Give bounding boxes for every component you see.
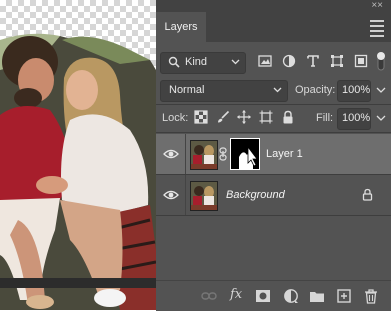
divider — [185, 134, 186, 174]
fill-field[interactable]: 100% — [337, 108, 371, 130]
divider — [156, 132, 391, 133]
add-mask-icon[interactable] — [255, 288, 271, 304]
shape-filter-icon[interactable] — [330, 54, 344, 68]
adjustment-layer-icon[interactable] — [283, 288, 299, 304]
divider — [156, 104, 391, 105]
new-layer-icon[interactable] — [336, 288, 352, 304]
visibility-eye-icon[interactable] — [163, 189, 179, 201]
divider — [185, 175, 186, 215]
lock-artboard-icon[interactable] — [259, 110, 273, 124]
panel-menu-icon[interactable] — [370, 20, 384, 40]
opacity-field[interactable]: 100% — [337, 80, 371, 102]
filter-kind-dropdown[interactable]: Kind — [160, 52, 246, 74]
opacity-chevron-icon[interactable] — [373, 80, 389, 100]
image-filter-icon[interactable] — [258, 54, 272, 68]
layers-bottom-toolbar: fx — [156, 280, 391, 311]
lock-all-icon[interactable] — [281, 110, 295, 124]
document-canvas[interactable] — [0, 0, 156, 310]
fill-label: Fill: — [316, 112, 334, 124]
layer-locked-icon[interactable] — [362, 188, 373, 201]
filter-toggle-icon[interactable] — [375, 50, 387, 72]
fill-chevron-icon[interactable] — [373, 108, 389, 128]
layer-name[interactable]: Background — [226, 189, 285, 201]
photo-couple — [0, 33, 156, 310]
fill-value: 100% — [342, 112, 371, 124]
layer-thumbnail[interactable] — [190, 140, 218, 170]
panel-title-bar: ×× — [156, 0, 391, 12]
lock-transparent-pixels-icon[interactable] — [194, 110, 208, 124]
layer-name[interactable]: Layer 1 — [266, 148, 303, 160]
panel-tab-bar: Layers — [156, 12, 391, 42]
link-layers-icon[interactable] — [201, 288, 217, 304]
blend-mode-dropdown[interactable]: Normal — [160, 80, 288, 102]
mask-link-icon[interactable] — [219, 147, 227, 161]
lock-image-pixels-icon[interactable] — [216, 110, 230, 124]
collapse-panel-icon[interactable]: ×× — [371, 1, 383, 11]
opacity-label: Opacity: — [295, 84, 336, 96]
layer-row-background[interactable]: Background — [156, 175, 391, 215]
blend-mode-label: Normal — [169, 84, 205, 96]
layer-thumbnail[interactable] — [190, 181, 218, 211]
lock-label: Lock: — [162, 112, 189, 124]
tab-layers[interactable]: Layers — [156, 12, 206, 42]
search-icon — [168, 56, 180, 68]
type-filter-icon[interactable] — [306, 54, 320, 68]
visibility-eye-icon[interactable] — [163, 148, 179, 160]
layer-mask-thumbnail[interactable] — [230, 138, 260, 170]
delete-layer-icon[interactable] — [363, 288, 379, 304]
layer-row-layer-1[interactable]: Layer 1 — [156, 134, 391, 174]
fx-icon[interactable]: fx — [230, 287, 242, 302]
filter-kind-label: Kind — [185, 56, 208, 68]
layers-panel: ×× Layers Kind Normal Opacity: 100% Lock… — [156, 0, 391, 311]
divider — [156, 215, 391, 216]
lock-position-icon[interactable] — [237, 110, 251, 124]
adjustment-filter-icon[interactable] — [282, 54, 296, 68]
smart-object-filter-icon[interactable] — [354, 54, 368, 68]
chevron-down-icon — [231, 59, 240, 65]
opacity-value: 100% — [342, 84, 371, 96]
chevron-down-icon — [273, 87, 282, 93]
new-group-icon[interactable] — [309, 288, 325, 304]
